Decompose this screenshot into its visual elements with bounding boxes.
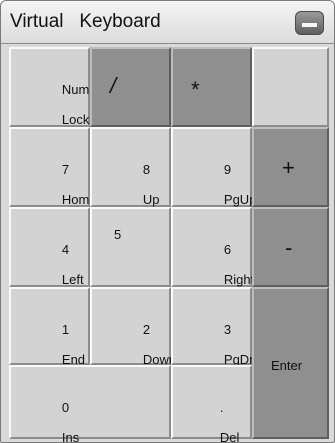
key-3-pgdn[interactable]: 3 PgDn — [171, 287, 256, 367]
key-label-line2: Right — [223, 272, 255, 287]
window-title: Virtual Keyboard — [10, 11, 161, 32]
key-5[interactable]: 5 — [90, 207, 171, 287]
key-label-line2: Ins — [61, 430, 80, 443]
minimize-button[interactable] — [295, 11, 324, 35]
key-label-line1: 2 — [142, 322, 151, 337]
key-label-line1: 3 — [223, 322, 232, 337]
key-label-line2: Up — [142, 192, 160, 207]
key-8-up[interactable]: 8 Up — [90, 127, 171, 207]
key-num-lock[interactable]: Num Lock — [9, 47, 90, 127]
key-label: / — [110, 73, 117, 98]
key-label: 5 — [114, 227, 122, 242]
key-minus[interactable]: - — [252, 207, 329, 287]
key-slash[interactable]: / — [90, 47, 171, 127]
key-label-line2: Lock — [61, 112, 90, 127]
key-2-down[interactable]: 2 Down — [90, 287, 176, 367]
key-asterisk[interactable]: * — [171, 47, 252, 127]
key-label-line1: 4 — [61, 242, 70, 257]
key-4-left[interactable]: 4 Left — [9, 207, 90, 287]
key-blank[interactable] — [252, 47, 329, 127]
key-7-home[interactable]: 7 Home — [9, 127, 97, 207]
virtual-keyboard-window: Virtual Keyboard Num Lock / * 7 Home 8 U… — [0, 0, 335, 443]
key-6-right[interactable]: 6 Right — [171, 207, 255, 287]
key-label-line2: Del — [219, 430, 240, 443]
key-label: * — [191, 77, 200, 102]
key-label: - — [285, 235, 293, 260]
key-dot-del[interactable]: . Del — [171, 365, 252, 442]
key-label-line1: 1 — [61, 322, 70, 337]
minimize-icon — [302, 23, 317, 27]
key-label-line1: . — [219, 400, 224, 415]
key-enter[interactable]: Enter — [252, 287, 329, 439]
key-label-line2: Left — [61, 272, 84, 287]
key-plus[interactable]: + — [252, 127, 329, 207]
key-label: Enter — [271, 358, 303, 373]
key-label-line1: 6 — [223, 242, 232, 257]
key-9-pgup[interactable]: 9 PgUp — [171, 127, 256, 207]
key-label: + — [282, 155, 295, 180]
title-bar[interactable]: Virtual Keyboard — [1, 1, 334, 44]
key-label-line1: 8 — [142, 162, 151, 177]
key-label-line1: 0 — [61, 400, 70, 415]
key-1-end[interactable]: 1 End — [9, 287, 90, 367]
key-0-ins[interactable]: 0 Ins — [9, 365, 171, 442]
key-label-line1: 7 — [61, 162, 70, 177]
numeric-keypad: Num Lock / * 7 Home 8 Up 9 PgUp + 4 Left… — [9, 47, 329, 442]
key-label-line1: 9 — [223, 162, 232, 177]
key-label-line1: Num — [61, 82, 90, 97]
